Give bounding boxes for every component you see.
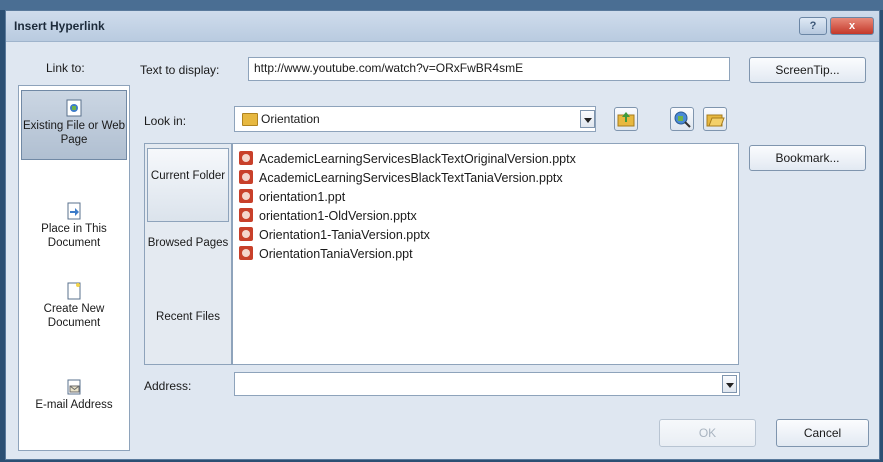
up-folder-icon <box>617 112 635 127</box>
list-item[interactable]: Orientation1-TaniaVersion.pptx <box>239 226 430 245</box>
file-name: OrientationTaniaVersion.ppt <box>259 247 413 261</box>
folder-icon <box>242 113 258 126</box>
browse-file-button[interactable] <box>703 107 727 131</box>
link-existing-file-web-page[interactable]: Existing File or Web Page <box>21 90 127 160</box>
list-item[interactable]: OrientationTaniaVersion.ppt <box>239 245 413 264</box>
browse-web-icon <box>674 111 691 128</box>
help-button[interactable]: ? <box>799 17 827 35</box>
link-item-label: Create New Document <box>43 303 105 329</box>
open-folder-icon <box>706 114 725 127</box>
link-to-panel: Existing File or Web Page Place in This … <box>18 85 130 451</box>
browse-nav-panel: Current Folder Browsed Pages Recent File… <box>144 143 232 365</box>
file-name: AcademicLearningServicesBlackTextOrigina… <box>259 152 576 166</box>
look-in-select[interactable]: Orientation <box>234 106 596 132</box>
powerpoint-file-icon <box>239 227 253 241</box>
nav-browsed-pages[interactable]: Browsed Pages <box>147 236 229 276</box>
text-to-display-input[interactable]: http://www.youtube.com/watch?v=ORxFwBR4s… <box>248 57 730 81</box>
powerpoint-file-icon <box>239 151 253 165</box>
insert-hyperlink-dialog: Insert Hyperlink ? x Link to: Existing F… <box>5 10 880 460</box>
dialog-title: Insert Hyperlink <box>14 19 105 33</box>
web-page-icon <box>66 99 82 117</box>
bookmark-button[interactable]: Bookmark... <box>749 145 866 171</box>
look-in-label: Look in: <box>144 114 187 128</box>
nav-recent-files[interactable]: Recent Files <box>147 310 229 350</box>
link-create-new-document[interactable]: Create New Document <box>21 282 127 342</box>
link-item-label: Existing File or Web Page <box>22 120 126 146</box>
list-item[interactable]: orientation1-OldVersion.pptx <box>239 207 417 226</box>
address-label: Address: <box>144 379 192 393</box>
powerpoint-file-icon <box>239 170 253 184</box>
look-in-value: Orientation <box>261 112 320 126</box>
file-name: orientation1.ppt <box>259 190 346 204</box>
text-to-display-label: Text to display: <box>140 63 220 77</box>
title-bar: Insert Hyperlink ? x <box>6 11 879 42</box>
look-in-dropdown-arrow[interactable] <box>580 110 595 128</box>
address-dropdown-arrow[interactable] <box>722 375 737 393</box>
list-item[interactable]: AcademicLearningServicesBlackTextOrigina… <box>239 150 576 169</box>
powerpoint-file-icon <box>239 246 253 260</box>
up-one-folder-button[interactable] <box>614 107 638 131</box>
powerpoint-file-icon <box>239 189 253 203</box>
list-item[interactable]: AcademicLearningServicesBlackTextTaniaVe… <box>239 169 563 188</box>
browse-web-button[interactable] <box>670 107 694 131</box>
link-to-label: Link to: <box>46 61 85 75</box>
cancel-button[interactable]: Cancel <box>776 419 869 447</box>
screentip-button[interactable]: ScreenTip... <box>749 57 866 83</box>
file-list: AcademicLearningServicesBlackTextOrigina… <box>232 143 739 365</box>
document-place-icon <box>67 202 81 220</box>
close-button[interactable]: x <box>830 17 874 35</box>
address-input[interactable] <box>234 372 740 396</box>
file-name: Orientation1-TaniaVersion.pptx <box>259 228 430 242</box>
ok-button[interactable]: OK <box>659 419 756 447</box>
file-name: AcademicLearningServicesBlackTextTaniaVe… <box>259 171 563 185</box>
link-email-address[interactable]: E-mail Address <box>21 378 127 428</box>
powerpoint-file-icon <box>239 208 253 222</box>
new-document-icon <box>67 282 81 300</box>
link-item-label: E-mail Address <box>35 399 113 411</box>
link-item-label: Place in This Document <box>41 223 107 249</box>
link-place-in-document[interactable]: Place in This Document <box>21 202 127 262</box>
nav-current-folder[interactable]: Current Folder <box>147 148 229 222</box>
list-item[interactable]: orientation1.ppt <box>239 188 345 207</box>
email-icon <box>67 379 81 395</box>
file-name: orientation1-OldVersion.pptx <box>259 209 417 223</box>
background-strip <box>0 0 883 10</box>
